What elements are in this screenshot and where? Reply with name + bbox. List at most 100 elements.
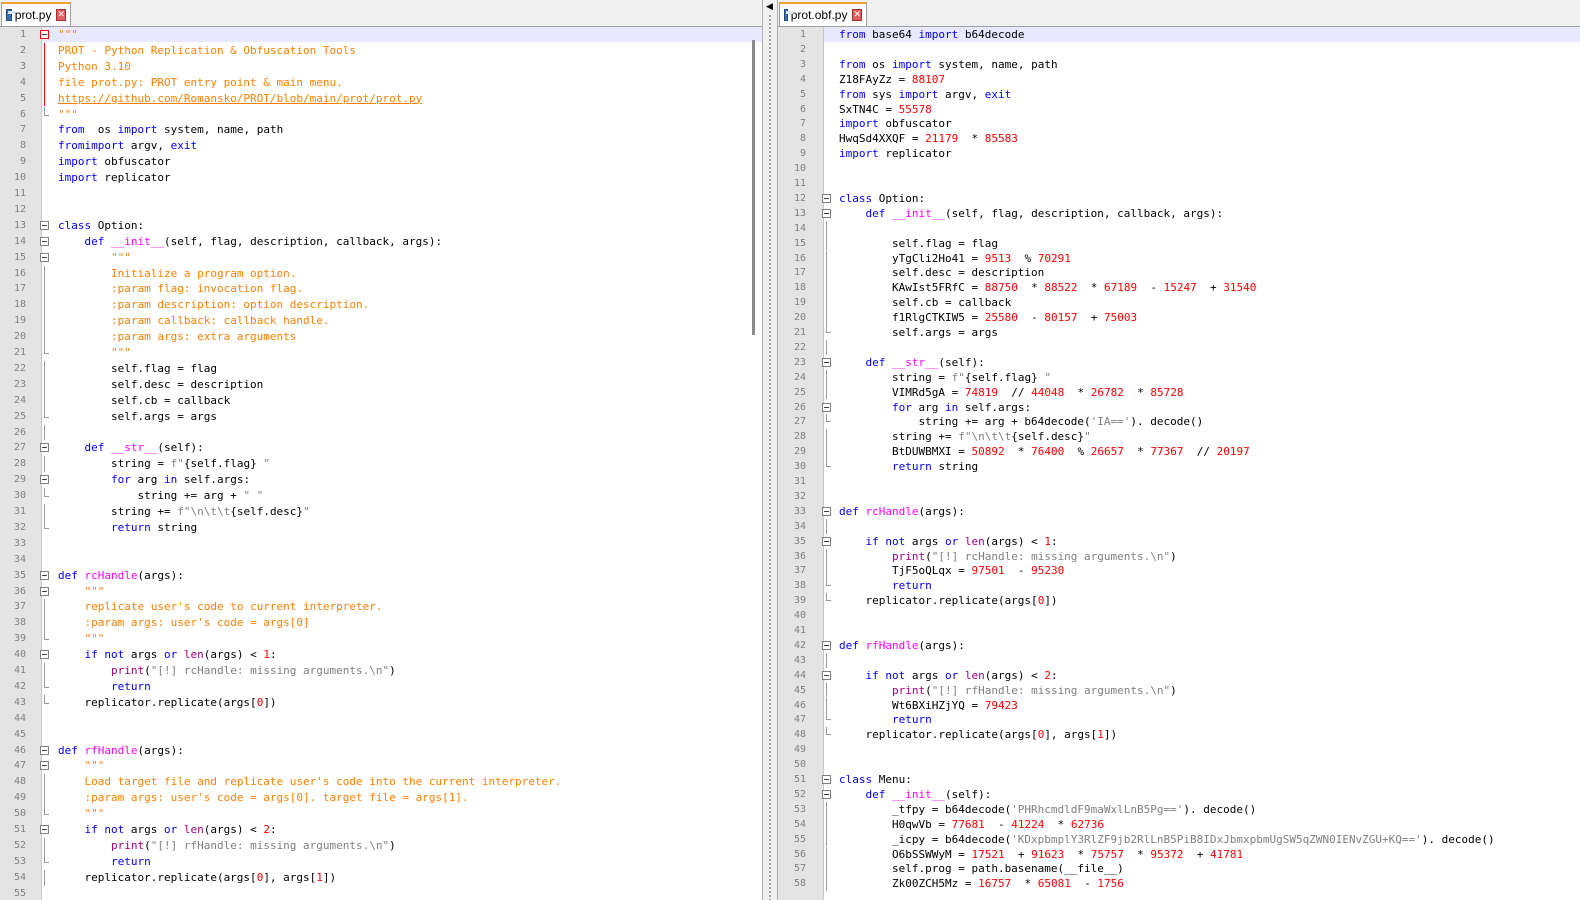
code-line[interactable]: 24 self.cb = callback: [0, 392, 762, 409]
close-tab-icon[interactable]: ✕: [852, 9, 862, 21]
fold-toggle-icon[interactable]: [822, 536, 831, 546]
left-code-area[interactable]: 1 """ 2 PROT - Python Replication & Obfusca…: [0, 27, 762, 900]
code-line[interactable]: 58 Zk00ZCH5Mz = 16757 * 65081 - 1756: [778, 876, 1580, 892]
code-line[interactable]: 19 :param callback: callback handle.: [0, 313, 762, 330]
fold-toggle-icon[interactable]: [40, 220, 49, 230]
code-line[interactable]: 18 KAwIst5FRfC = 88750 * 88522 * 67189 -…: [778, 280, 1580, 296]
code-line[interactable]: 2 PROT - Python Replication & Obfuscation…: [0, 42, 762, 59]
code-line[interactable]: 28 string = f"{self.flag} ": [0, 456, 762, 473]
left-vertical-scrollbar[interactable]: [752, 40, 755, 335]
code-line[interactable]: 52 print("[!] rfHandle: missing argument…: [0, 837, 762, 854]
code-line[interactable]: 8 HwqSd4XXQF = 21179 * 85583: [778, 131, 1580, 146]
code-line[interactable]: 43 replicator.replicate(args[0]): [0, 694, 762, 710]
code-line[interactable]: 30 string += arg + " ": [0, 488, 762, 503]
code-line[interactable]: 9 import obfuscator: [0, 154, 762, 169]
code-line[interactable]: 19 self.cb = callback: [778, 295, 1580, 311]
code-line[interactable]: 27 string += arg + b64decode('IA=='). de…: [778, 414, 1580, 429]
fold-toggle-icon[interactable]: [822, 506, 831, 516]
code-line[interactable]: 49: [778, 742, 1580, 757]
fold-toggle-icon[interactable]: [822, 775, 831, 784]
code-line[interactable]: 41 print("[!] rcHandle: missing argument…: [0, 663, 762, 679]
fold-toggle-icon[interactable]: [40, 745, 49, 755]
code-line[interactable]: 33 def rcHandle(args):: [778, 504, 1580, 519]
code-line[interactable]: 5 https://github.com/Romansko/PROT/blob/m…: [0, 90, 762, 107]
code-line[interactable]: 50: [778, 757, 1580, 772]
fold-toggle-icon[interactable]: [40, 586, 49, 596]
code-line[interactable]: 29 for arg in self.args:: [0, 472, 762, 487]
code-line[interactable]: 36 print("[!] rcHandle: missing argument…: [778, 548, 1580, 564]
code-line[interactable]: 33: [0, 536, 762, 551]
code-line[interactable]: 22 self.flag = flag: [0, 360, 762, 377]
code-line[interactable]: 20 f1RlgCTKIW5 = 25580 - 80157 + 75003: [778, 310, 1580, 325]
code-line[interactable]: 46 Wt6BXiHZjYQ = 79423: [778, 697, 1580, 713]
code-line[interactable]: 32: [778, 489, 1580, 504]
code-line[interactable]: 47 return: [778, 712, 1580, 727]
code-line[interactable]: 41: [778, 623, 1580, 638]
code-line[interactable]: 34: [778, 518, 1580, 534]
code-line[interactable]: 31 string += f"\n\t\t{self.desc}": [0, 504, 762, 520]
fold-toggle-icon[interactable]: [40, 475, 49, 485]
fold-toggle-icon[interactable]: [822, 193, 831, 203]
code-line[interactable]: 37 replicate user's code to current inte…: [0, 599, 762, 616]
code-line[interactable]: 38 :param args: user's code = args[0]: [0, 615, 762, 632]
code-line[interactable]: 21 self.args = args: [778, 325, 1580, 340]
code-line[interactable]: 45 print("[!] rfHandle: missing argument…: [778, 682, 1580, 698]
fold-toggle-icon[interactable]: [40, 443, 49, 453]
fold-toggle-icon[interactable]: [822, 402, 831, 412]
code-line[interactable]: 57 self.prog = path.basename(__file__): [778, 861, 1580, 877]
code-line[interactable]: 56 O6bSSWWyM = 17521 + 91623 * 75757 * 9…: [778, 846, 1580, 862]
right-code-area[interactable]: 1 from base64 import b64decode 2 3 from os i…: [778, 27, 1580, 900]
code-line[interactable]: 53 return: [0, 853, 762, 869]
code-line[interactable]: 12: [0, 202, 762, 217]
fold-toggle-icon[interactable]: [40, 825, 49, 834]
left-editor-pane[interactable]: prot.py ✕ 1 """ 2 PROT - Python Replication…: [0, 0, 762, 900]
code-line[interactable]: 36 """: [0, 584, 762, 599]
split-view-divider[interactable]: ◀: [762, 0, 778, 900]
fold-toggle-icon[interactable]: [40, 236, 49, 246]
code-line[interactable]: 48 replicator.replicate(args[0], args[1]…: [778, 727, 1580, 742]
code-line[interactable]: 53 _tfpy = b64decode('PHRhcmdldF9maWxlLn…: [778, 801, 1580, 817]
code-line[interactable]: 17 :param flag: invocation flag.: [0, 281, 762, 298]
code-line[interactable]: 15 self.flag = flag: [778, 235, 1580, 251]
code-line[interactable]: 10 import replicator: [0, 170, 762, 185]
code-line[interactable]: 3 Python 3.10: [0, 58, 762, 75]
code-line[interactable]: 7 import obfuscator: [778, 116, 1580, 131]
code-line[interactable]: 39 """: [0, 631, 762, 646]
code-line[interactable]: 23 def __str__(self):: [778, 355, 1580, 370]
code-line[interactable]: 52 def __init__(self):: [778, 787, 1580, 802]
fold-toggle-icon[interactable]: [822, 789, 831, 799]
code-line[interactable]: 43: [778, 652, 1580, 668]
code-line[interactable]: 13 class Option:: [0, 218, 762, 233]
code-line[interactable]: 37 TjF5oQLqx = 97501 - 95230: [778, 563, 1580, 579]
code-line[interactable]: 54 replicator.replicate(args[0], args[1]…: [0, 869, 762, 886]
code-line[interactable]: 13 def __init__(self, flag, description,…: [778, 206, 1580, 221]
code-line[interactable]: 21 """: [0, 345, 762, 360]
code-line[interactable]: 39 replicator.replicate(args[0]): [778, 593, 1580, 608]
right-editor-pane[interactable]: prot.obf.py ✕ 1 from base64 import b64dec…: [778, 0, 1580, 900]
code-line[interactable]: 46 def rfHandle(args):: [0, 743, 762, 758]
code-line[interactable]: 30 return string: [778, 459, 1580, 474]
fold-toggle-icon[interactable]: [822, 357, 831, 367]
code-line[interactable]: 48 Load target file and replicate user's…: [0, 774, 762, 791]
code-line[interactable]: 47 """: [0, 758, 762, 773]
code-line[interactable]: 14: [778, 220, 1580, 236]
code-line[interactable]: 55: [0, 886, 762, 900]
code-line[interactable]: 27 def __str__(self):: [0, 440, 762, 455]
code-line[interactable]: 6 """: [0, 106, 762, 122]
tab-prot-py[interactable]: prot.py ✕: [1, 2, 71, 26]
code-line[interactable]: 3 from os import system, name, path: [778, 57, 1580, 72]
code-line[interactable]: 26: [0, 424, 762, 441]
fold-toggle-icon[interactable]: [40, 650, 49, 660]
code-line[interactable]: 35 def rcHandle(args):: [0, 568, 762, 583]
code-line[interactable]: 26 for arg in self.args:: [778, 400, 1580, 415]
fold-toggle-icon[interactable]: [40, 761, 49, 771]
code-line[interactable]: 10: [778, 161, 1580, 176]
code-line[interactable]: 25 VIMRd5gA = 74819 // 44048 * 26782 * 8…: [778, 384, 1580, 400]
code-line[interactable]: 4 Z18FAyZz = 88107: [778, 72, 1580, 87]
code-line[interactable]: 1 from base64 import b64decode: [800, 27, 1580, 42]
fold-toggle-icon[interactable]: [822, 670, 831, 680]
code-line[interactable]: 44 if not args or len(args) < 2:: [778, 668, 1580, 683]
code-line[interactable]: 34: [0, 552, 762, 567]
code-line[interactable]: 17 self.desc = description: [778, 265, 1580, 281]
code-line[interactable]: 23 self.desc = description: [0, 376, 762, 393]
